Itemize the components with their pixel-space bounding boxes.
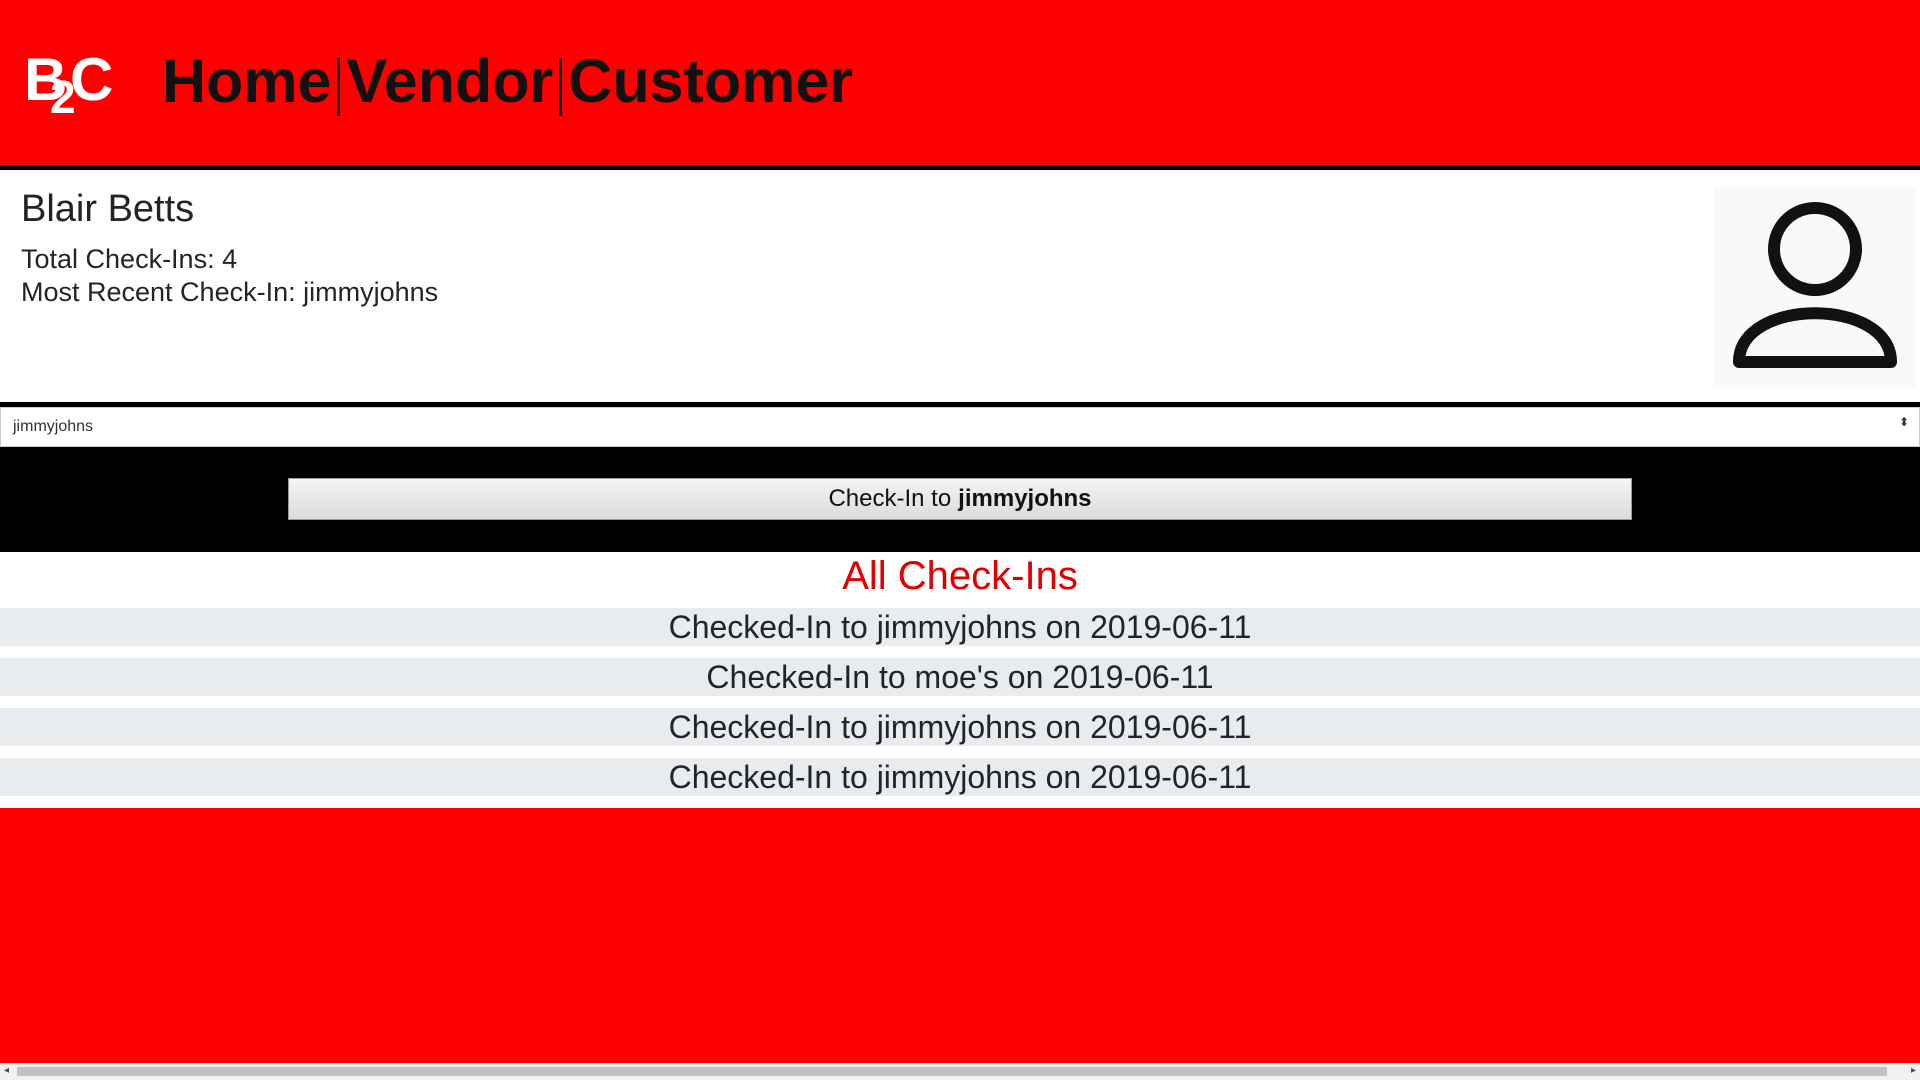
vendor-select-value: jimmyjohns — [13, 418, 94, 435]
history-row: Checked-In to jimmyjohns on 2019-06-11 — [0, 708, 1920, 746]
nav-divider — [337, 58, 341, 116]
check-in-button-prefix: Check-In to — [828, 485, 952, 512]
checkin-section: Check-In to jimmyjohns — [0, 447, 1920, 552]
history-row: Checked-In to jimmyjohns on 2019-06-11 — [0, 758, 1920, 796]
select-arrows-icon: ⬍ — [1898, 415, 1909, 429]
nav-customer-link[interactable]: Customer — [568, 46, 853, 116]
history-row: Checked-In to jimmyjohns on 2019-06-11 — [0, 608, 1920, 646]
nav-vendor-link[interactable]: Vendor — [346, 46, 553, 116]
customer-profile-card: Blair Betts Total Check-Ins: 4 Most Rece… — [0, 170, 1920, 407]
main-nav: Home Vendor Customer — [162, 46, 853, 116]
scrollbar-thumb[interactable] — [17, 1067, 1887, 1076]
logo-letter-c: C — [70, 46, 114, 113]
recent-checkin-text: Most Recent Check-In: jimmyjohns — [21, 277, 439, 307]
scroll-right-icon[interactable]: ▸ — [1911, 1065, 1916, 1076]
checkin-history: All Check-Ins Checked-In to jimmyjohns o… — [0, 552, 1920, 808]
check-in-button-vendor: jimmyjohns — [958, 485, 1092, 512]
nav-home-link[interactable]: Home — [162, 46, 331, 116]
avatar — [1714, 187, 1916, 387]
vendor-select[interactable]: jimmyjohns ⬍ — [0, 407, 1920, 447]
total-checkins-text: Total Check-Ins: 4 — [21, 244, 238, 274]
customer-name: Blair Betts — [21, 188, 195, 230]
b2c-logo[interactable]: B 2 C — [24, 50, 114, 130]
user-icon — [1733, 202, 1897, 368]
horizontal-scrollbar[interactable]: ◂ ▸ — [0, 1063, 1920, 1080]
check-in-button[interactable]: Check-In to jimmyjohns — [288, 478, 1632, 520]
history-row: Checked-In to moe's on 2019-06-11 — [0, 658, 1920, 696]
history-heading: All Check-Ins — [842, 554, 1078, 598]
site-header: B 2 C Home Vendor Customer — [0, 0, 1920, 170]
nav-divider — [559, 58, 563, 116]
scroll-left-icon[interactable]: ◂ — [4, 1065, 9, 1076]
app-root: B 2 C Home Vendor Customer Blair Betts T… — [0, 0, 1920, 1080]
